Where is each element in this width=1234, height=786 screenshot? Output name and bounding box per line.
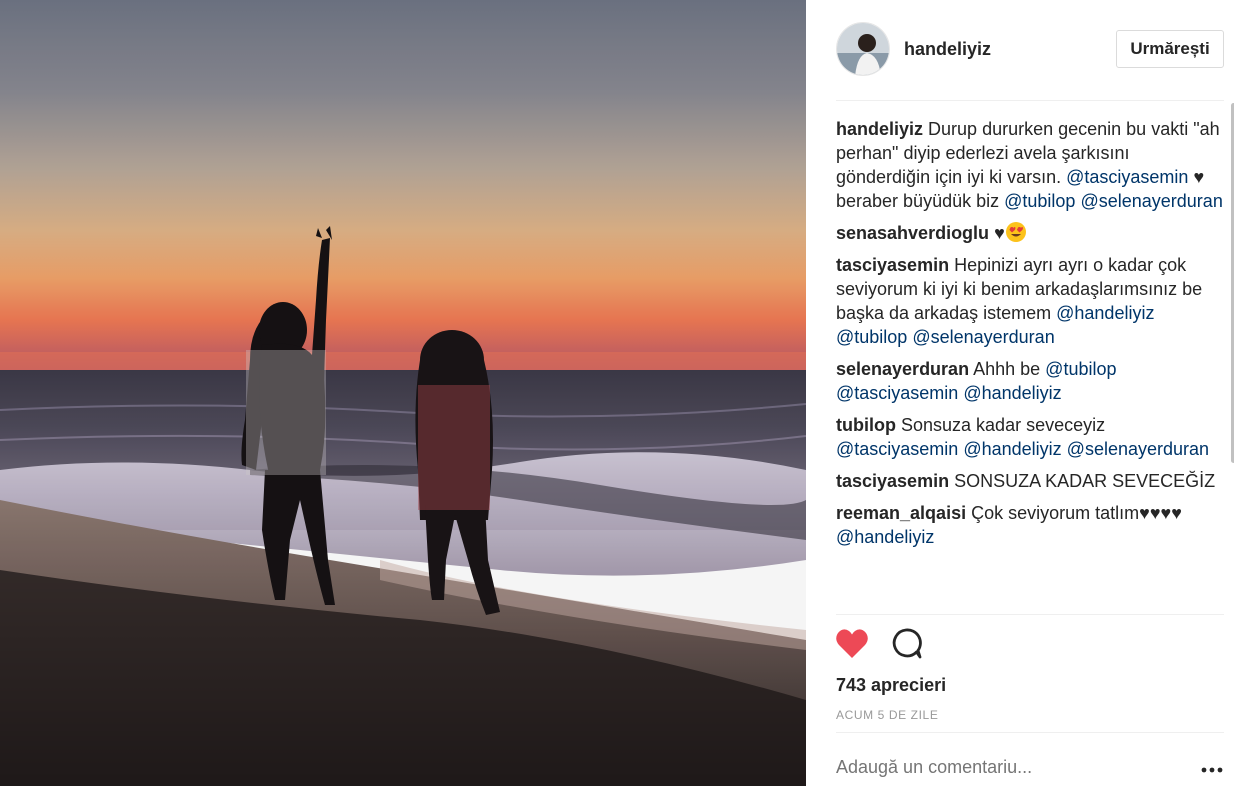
post-side-panel: handeliyiz Urmărești handeliyiz Durup du… xyxy=(806,0,1234,786)
mention-link[interactable]: @handeliyiz xyxy=(1056,303,1154,323)
mention-link[interactable]: @tasciyasemin xyxy=(1066,167,1188,187)
post-actions xyxy=(834,626,954,664)
comment-item: reeman_alqaisi Çok seviyorum tatlım♥♥♥♥ … xyxy=(836,501,1226,549)
comment-username[interactable]: tasciyasemin xyxy=(836,255,949,275)
comment-item: tasciyasemin Hepinizi ayrı ayrı o kadar … xyxy=(836,253,1226,349)
post-author-username[interactable]: handeliyiz xyxy=(904,39,991,60)
comment-username[interactable]: senasahverdioglu xyxy=(836,223,989,243)
comment-username[interactable]: tasciyasemin xyxy=(836,471,949,491)
mention-link[interactable]: @selenayerduran xyxy=(912,327,1054,347)
comment-item: tasciyasemin SONSUZA KADAR SEVECEĞİZ xyxy=(836,469,1226,493)
mention-link[interactable]: @selenayerduran xyxy=(1067,439,1209,459)
mention-link[interactable]: @selenayerduran xyxy=(1080,191,1222,211)
post-timestamp[interactable]: ACUM 5 DE ZILE xyxy=(836,708,938,722)
heart-eyes-emoji-icon xyxy=(1005,222,1026,242)
mention-link[interactable]: @handeliyiz xyxy=(836,527,934,547)
comment-item: selenayerduran Ahhh be @tubilop @tasciya… xyxy=(836,357,1226,405)
speech-bubble-icon[interactable] xyxy=(888,626,924,662)
mention-link[interactable]: @tubilop xyxy=(1004,191,1075,211)
heart-icon[interactable] xyxy=(834,626,870,662)
comment-item: tubilop Sonsuza kadar seveceyiz @tasciya… xyxy=(836,413,1226,461)
comment-username[interactable]: reeman_alqaisi xyxy=(836,503,966,523)
sunset-beach-image xyxy=(0,0,806,786)
comment-list[interactable]: handeliyiz Durup dururken gecenin bu vak… xyxy=(836,117,1226,613)
comment-item: handeliyiz Durup dururken gecenin bu vak… xyxy=(836,117,1226,213)
mention-link[interactable]: @handeliyiz xyxy=(963,439,1061,459)
mention-link[interactable]: @tasciyasemin xyxy=(836,439,958,459)
mention-link[interactable]: @tubilop xyxy=(836,327,907,347)
divider xyxy=(836,100,1224,101)
comment-item: senasahverdioglu ♥ xyxy=(836,221,1226,245)
comment-text: Ahhh be xyxy=(973,359,1041,379)
post-photo[interactable] xyxy=(0,0,806,786)
comment-text: ♥ xyxy=(994,223,1005,243)
comment-text: Sonsuza kadar seveceyiz xyxy=(901,415,1106,435)
add-comment-input[interactable] xyxy=(836,757,1176,778)
comment-username[interactable]: tubilop xyxy=(836,415,896,435)
comment-text: SONSUZA KADAR SEVECEĞİZ xyxy=(954,471,1216,491)
comment-username[interactable]: handeliyiz xyxy=(836,119,923,139)
likes-count[interactable]: 743 aprecieri xyxy=(836,675,946,696)
mention-link[interactable]: @tasciyasemin xyxy=(836,383,958,403)
avatar[interactable] xyxy=(836,22,890,76)
more-dots-icon[interactable] xyxy=(1200,762,1224,778)
divider xyxy=(836,732,1224,733)
avatar-image xyxy=(837,23,889,75)
comment-text: Çok seviyorum tatlım♥♥♥♥ xyxy=(971,503,1182,523)
divider xyxy=(836,614,1224,615)
mention-link[interactable]: @handeliyiz xyxy=(963,383,1061,403)
following-button[interactable]: Urmărești xyxy=(1116,30,1224,68)
post-header: handeliyiz Urmărești xyxy=(836,20,1224,80)
mention-link[interactable]: @tubilop xyxy=(1045,359,1116,379)
comment-username[interactable]: selenayerduran xyxy=(836,359,969,379)
